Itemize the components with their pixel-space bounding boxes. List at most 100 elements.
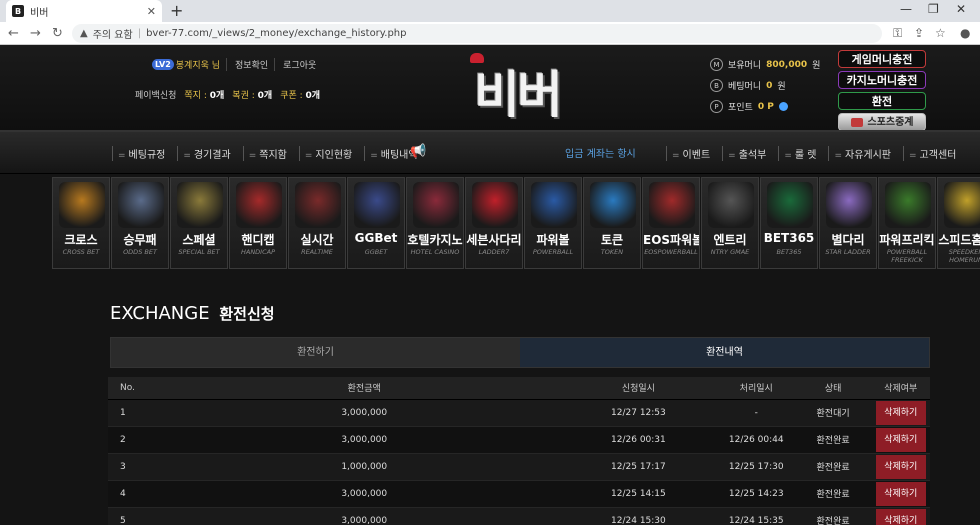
tab-close-icon[interactable]: ✕ — [147, 5, 156, 18]
exchange-button[interactable]: 환전 — [838, 92, 926, 110]
nav-item-1[interactable]: 경기결과 — [177, 146, 231, 161]
game-tile[interactable]: 핸디캡 HANDICAP — [229, 177, 287, 269]
url-text: bver-77.com/_views/2_money/exchange_hist… — [146, 28, 407, 39]
game-money-charge-button[interactable]: 게임머니충전 — [838, 50, 926, 68]
notes-count[interactable]: 쪽지 : 0개 — [184, 88, 224, 101]
point-value: 0 P — [757, 101, 774, 112]
window-close-icon[interactable]: ✕ — [956, 2, 966, 16]
game-tile-art-icon — [590, 182, 636, 228]
nav-item-right-3[interactable]: 자유게시판 — [828, 146, 891, 161]
game-tile[interactable]: 파워볼 POWERBALL — [524, 177, 582, 269]
cell-processed: 12/25 17:30 — [717, 453, 795, 481]
hold-money-unit: 원 — [812, 61, 821, 71]
game-tile-subtitle: HOTEL CASINO — [410, 248, 460, 256]
payback-button[interactable]: 페이백신청 — [135, 88, 176, 101]
nav-item-3[interactable]: 지인현황 — [298, 146, 352, 161]
nav-item-0[interactable]: 베팅규정 — [112, 146, 165, 161]
key-icon[interactable]: ⚿ — [893, 26, 902, 41]
sports-live-label: 스포츠중계 — [867, 116, 914, 128]
casino-money-charge-button[interactable]: 카지노머니충전 — [838, 71, 926, 89]
game-tile[interactable]: 토큰 TOKEN — [583, 177, 641, 269]
share-icon[interactable]: ⇪ — [914, 26, 924, 40]
profile-icon[interactable]: ● — [960, 26, 970, 40]
game-tiles: 크로스 CROSS BET 승무패 ODDS BET 스페셜 SPECIAL BET 핸디캡… — [52, 177, 980, 269]
sports-live-button[interactable]: 스포츠중계 — [838, 113, 926, 131]
nav-left-menu: 베팅규정경기결과쪽지함지인현황배팅내역 — [112, 146, 418, 161]
game-tile[interactable]: GGBet GGBET — [347, 177, 405, 269]
security-warning: 주의 요함 — [92, 30, 133, 41]
reload-icon[interactable]: ↻ — [52, 26, 63, 41]
cell-action: 삭제하기 — [871, 507, 930, 525]
site-header: LV2 봉계지욱 님 정보확인 로그아웃 페이백신청 쪽지 : 0개 복권 : … — [0, 45, 980, 131]
exchange-history-table: No. 환전금액 신청일시 처리일시 상태 삭제여부 1 3,000,000 12/… — [108, 377, 930, 525]
game-tile[interactable]: 스피드홈런SPEEDKEN HOMERUN — [937, 177, 980, 269]
game-tile[interactable]: 파워프리킥 POWERBALL FREEKICK — [878, 177, 936, 269]
game-tile[interactable]: 별다리 STAR LADDER — [819, 177, 877, 269]
cell-requested: 12/26 00:31 — [558, 426, 718, 454]
cell-no: 3 — [108, 453, 170, 481]
game-tile[interactable]: EOS파워볼 EOSPOWERBALL — [642, 177, 700, 269]
logout-button[interactable]: 로그아웃 — [283, 58, 316, 71]
new-tab-icon[interactable]: + — [170, 1, 183, 20]
bookmark-star-icon[interactable]: ☆ — [935, 26, 946, 40]
table-row: 1 3,000,000 12/27 12:53- 환전대기 삭제하기 — [108, 399, 930, 427]
cell-no: 2 — [108, 426, 170, 454]
game-tile[interactable]: 스페셜 SPECIAL BET — [170, 177, 228, 269]
nav-item-right-4[interactable]: 고객센터 — [903, 146, 956, 161]
delete-button[interactable]: 삭제하기 — [875, 427, 926, 452]
cell-amount: 3,000,000 — [169, 507, 559, 525]
back-icon[interactable]: ← — [8, 26, 19, 41]
game-tile-art-icon — [59, 182, 105, 228]
game-tile[interactable]: 승무패 ODDS BET — [111, 177, 169, 269]
bet-money-label: 베팅머니 — [728, 82, 762, 92]
url-separator: | — [137, 28, 142, 39]
game-tile[interactable]: BET365 BET365 — [760, 177, 818, 269]
maximize-icon[interactable]: ❐ — [928, 2, 939, 16]
main-nav: 베팅규정경기결과쪽지함지인현황배팅내역 📢 입금 계좌는 항시 이벤트출석부룰 … — [0, 130, 980, 174]
point-convert-icon[interactable] — [778, 102, 788, 111]
delete-button[interactable]: 삭제하기 — [875, 454, 926, 479]
game-tile[interactable]: 크로스 CROSS BET — [52, 177, 110, 269]
game-tile-name: 호텔카지노 — [407, 233, 463, 247]
profile-button[interactable]: 정보확인 — [235, 58, 276, 71]
game-tile[interactable]: 실시간 REALTIME — [288, 177, 346, 269]
cell-status: 환전완료 — [794, 426, 872, 454]
site-logo[interactable]: 비버 — [474, 55, 568, 124]
cell-processed: 12/25 14:23 — [717, 480, 795, 508]
tab-exchange-request[interactable]: 환전하기 — [111, 338, 520, 367]
cell-processed: 12/24 15:35 — [717, 507, 795, 525]
forward-icon[interactable]: → — [30, 26, 41, 41]
url-input[interactable]: ▲ 주의 요함 | bver-77.com/_views/2_money/exc… — [72, 24, 882, 43]
tab-exchange-history[interactable]: 환전내역 — [520, 338, 929, 367]
cell-action: 삭제하기 — [871, 480, 930, 508]
game-tile-art-icon — [295, 182, 341, 228]
browser-tab[interactable]: B 비버 ✕ — [6, 0, 162, 22]
nav-item-right-2[interactable]: 룰 렛 — [778, 146, 816, 161]
game-tile-name: 파워볼 — [536, 233, 570, 247]
cell-processed: 12/26 00:44 — [717, 426, 795, 454]
bet-money-icon: B — [710, 79, 723, 92]
delete-button[interactable]: 삭제하기 — [875, 481, 926, 506]
game-tile-name: 크로스 — [64, 233, 98, 247]
game-tile[interactable]: 엔트리 NTRY GMAE — [701, 177, 759, 269]
table-row: 5 3,000,000 12/24 15:30 12/24 15:35 환전완료 삭제하기 — [108, 507, 930, 525]
game-tile-name: 실시간 — [300, 233, 334, 247]
coupon-count[interactable]: 쿠폰 : 0개 — [280, 88, 320, 101]
game-tile-art-icon — [472, 182, 518, 228]
game-tile-subtitle: CROSS BET — [62, 248, 100, 256]
game-tile-art-icon — [413, 182, 459, 228]
nav-item-right-1[interactable]: 출석부 — [722, 146, 766, 161]
nav-item-right-0[interactable]: 이벤트 — [666, 146, 710, 161]
game-tile[interactable]: 세븐사다리 LADDER7 — [465, 177, 523, 269]
nav-item-2[interactable]: 쪽지함 — [242, 146, 287, 161]
game-tile[interactable]: 호텔카지노 HOTEL CASINO — [406, 177, 464, 269]
minimize-icon[interactable]: — — [900, 2, 912, 16]
warning-icon: ▲ — [80, 28, 88, 39]
level-badge: LV2 — [152, 59, 174, 70]
game-tile-art-icon — [177, 182, 223, 228]
lotto-count[interactable]: 복권 : 0개 — [232, 88, 272, 101]
delete-button[interactable]: 삭제하기 — [875, 508, 926, 525]
notice-ticker[interactable]: 입금 계좌는 항시 — [565, 145, 636, 160]
delete-button[interactable]: 삭제하기 — [875, 400, 926, 425]
game-tile-subtitle: EOSPOWERBALL — [644, 248, 698, 256]
